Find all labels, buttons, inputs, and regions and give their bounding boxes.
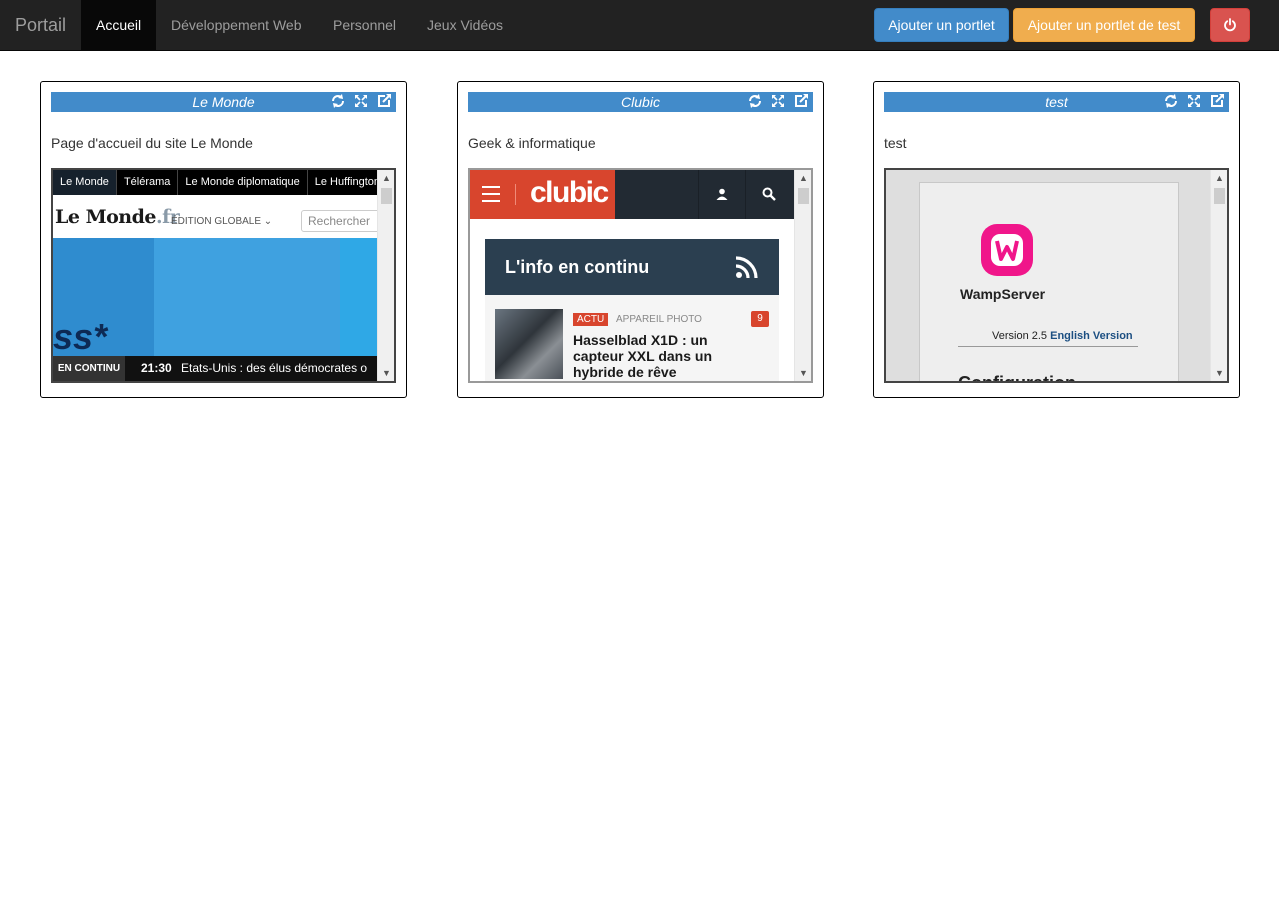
divider xyxy=(515,184,516,205)
site-tab[interactable]: Le Monde xyxy=(53,170,117,195)
iframe-scrollbar[interactable]: ▲ ▼ xyxy=(1210,170,1227,381)
tab-developpement-web[interactable]: Développement Web xyxy=(156,0,316,50)
ticker-label: EN CONTINU xyxy=(53,356,125,381)
tab-personnel[interactable]: Personnel xyxy=(318,0,411,50)
portlet-description: Page d'accueil du site Le Monde xyxy=(51,135,253,151)
search-icon xyxy=(762,187,776,201)
site-tabs: Le Monde Télérama Le Monde diplomatique … xyxy=(53,170,389,195)
section-header[interactable]: L'info en continu xyxy=(485,239,779,295)
scroll-down-icon[interactable]: ▼ xyxy=(378,365,394,381)
portlet-iframe[interactable]: WampServer Version 2.5 English Version C… xyxy=(884,168,1229,383)
article-title[interactable]: Hasselblad X1D : un capteur XXL dans un … xyxy=(573,332,733,380)
portlet-header: test xyxy=(884,92,1229,112)
add-portlet-button[interactable]: Ajouter un portlet xyxy=(874,8,1009,42)
portlet-iframe[interactable]: Le Monde Télérama Le Monde diplomatique … xyxy=(51,168,396,383)
scroll-thumb[interactable] xyxy=(798,188,809,204)
config-heading: Configuration xyxy=(958,373,1076,383)
rss-icon[interactable] xyxy=(735,255,759,279)
ticker-text: Etats-Unis : des élus démocrates o xyxy=(181,361,368,375)
wamp-page: WampServer Version 2.5 English Version C… xyxy=(919,182,1179,383)
site-tab[interactable]: Le Huffington xyxy=(308,170,389,195)
portlet-iframe[interactable]: clubic L'info en continu ACTU APPAREIL P… xyxy=(468,168,813,383)
wamp-version: Version 2.5 English Version xyxy=(992,330,1133,342)
version-text: Version 2.5 xyxy=(992,330,1048,342)
scroll-down-icon[interactable]: ▼ xyxy=(795,365,811,381)
english-version-link[interactable]: English Version xyxy=(1050,330,1133,342)
scroll-down-icon[interactable]: ▼ xyxy=(1211,365,1227,381)
portlet-clubic: Clubic Geek & informatique clubic L'info… xyxy=(457,81,824,398)
scroll-up-icon[interactable]: ▲ xyxy=(378,170,394,186)
comment-count[interactable]: 9 xyxy=(751,311,769,327)
top-navbar: Portail Accueil Développement Web Person… xyxy=(0,0,1279,51)
iframe-scrollbar[interactable]: ▲ ▼ xyxy=(377,170,394,381)
site-tab[interactable]: Le Monde diplomatique xyxy=(178,170,308,195)
scroll-thumb[interactable] xyxy=(1214,188,1225,204)
tab-jeux-videos[interactable]: Jeux Vidéos xyxy=(412,0,518,50)
scroll-up-icon[interactable]: ▲ xyxy=(1211,170,1227,186)
portlet-header: Clubic xyxy=(468,92,813,112)
external-link-icon[interactable] xyxy=(376,93,392,109)
banner-text: ss* xyxy=(53,316,108,357)
tab-accueil[interactable]: Accueil xyxy=(81,0,157,50)
scroll-up-icon[interactable]: ▲ xyxy=(795,170,811,186)
logo-text: Le Monde xyxy=(55,206,156,228)
le-monde-logo[interactable]: Le Monde.fr xyxy=(55,206,180,228)
article-badge: ACTU xyxy=(573,313,609,326)
portlet-description: Geek & informatique xyxy=(468,135,596,151)
scroll-thumb[interactable] xyxy=(381,188,392,204)
user-icon xyxy=(716,188,728,200)
section-title: L'info en continu xyxy=(505,257,650,277)
add-test-portlet-button[interactable]: Ajouter un portlet de test xyxy=(1013,8,1195,42)
portlet-header: Le Monde xyxy=(51,92,396,112)
news-card: L'info en continu ACTU APPAREIL PHOTO 9 … xyxy=(485,239,779,381)
expand-icon[interactable] xyxy=(353,93,369,109)
expand-icon[interactable] xyxy=(1186,93,1202,109)
edition-selector[interactable]: ÉDITION GLOBALE ⌄ xyxy=(171,216,272,227)
divider xyxy=(958,346,1138,347)
clubic-body: L'info en continu ACTU APPAREIL PHOTO 9 … xyxy=(470,219,794,381)
external-link-icon[interactable] xyxy=(1209,93,1225,109)
portlet-le-monde: Le Monde Page d'accueil du site Le Monde… xyxy=(40,81,407,398)
refresh-icon[interactable] xyxy=(1163,93,1179,109)
expand-icon[interactable] xyxy=(770,93,786,109)
external-link-icon[interactable] xyxy=(793,93,809,109)
clubic-header: clubic xyxy=(470,170,794,219)
clubic-brand-area: clubic xyxy=(470,170,615,219)
refresh-icon[interactable] xyxy=(330,93,346,109)
search-button[interactable] xyxy=(745,170,791,219)
site-tab[interactable]: Télérama xyxy=(117,170,179,195)
user-button[interactable] xyxy=(698,170,744,219)
wamp-background: WampServer Version 2.5 English Version C… xyxy=(886,170,1210,383)
clubic-logo[interactable]: clubic xyxy=(530,176,609,210)
brand-link[interactable]: Portail xyxy=(15,15,66,36)
menu-icon[interactable] xyxy=(482,186,500,202)
article-category[interactable]: APPAREIL PHOTO xyxy=(616,314,702,325)
wampserver-logo-icon xyxy=(981,224,1033,276)
iframe-scrollbar[interactable]: ▲ ▼ xyxy=(794,170,811,381)
portlet-description: test xyxy=(884,135,907,151)
ticker-time: 21:30 xyxy=(141,361,172,375)
logout-button[interactable] xyxy=(1210,8,1250,42)
refresh-icon[interactable] xyxy=(747,93,763,109)
article-thumbnail[interactable] xyxy=(495,309,563,379)
site-search-input[interactable]: Rechercher xyxy=(301,210,381,232)
wamp-product-name: WampServer xyxy=(960,286,1046,302)
portlet-test: test test WampServer Version 2.5 English… xyxy=(873,81,1240,398)
power-icon xyxy=(1224,18,1236,32)
news-ticker[interactable]: EN CONTINU 21:30 Etats-Unis : des élus d… xyxy=(53,356,379,381)
